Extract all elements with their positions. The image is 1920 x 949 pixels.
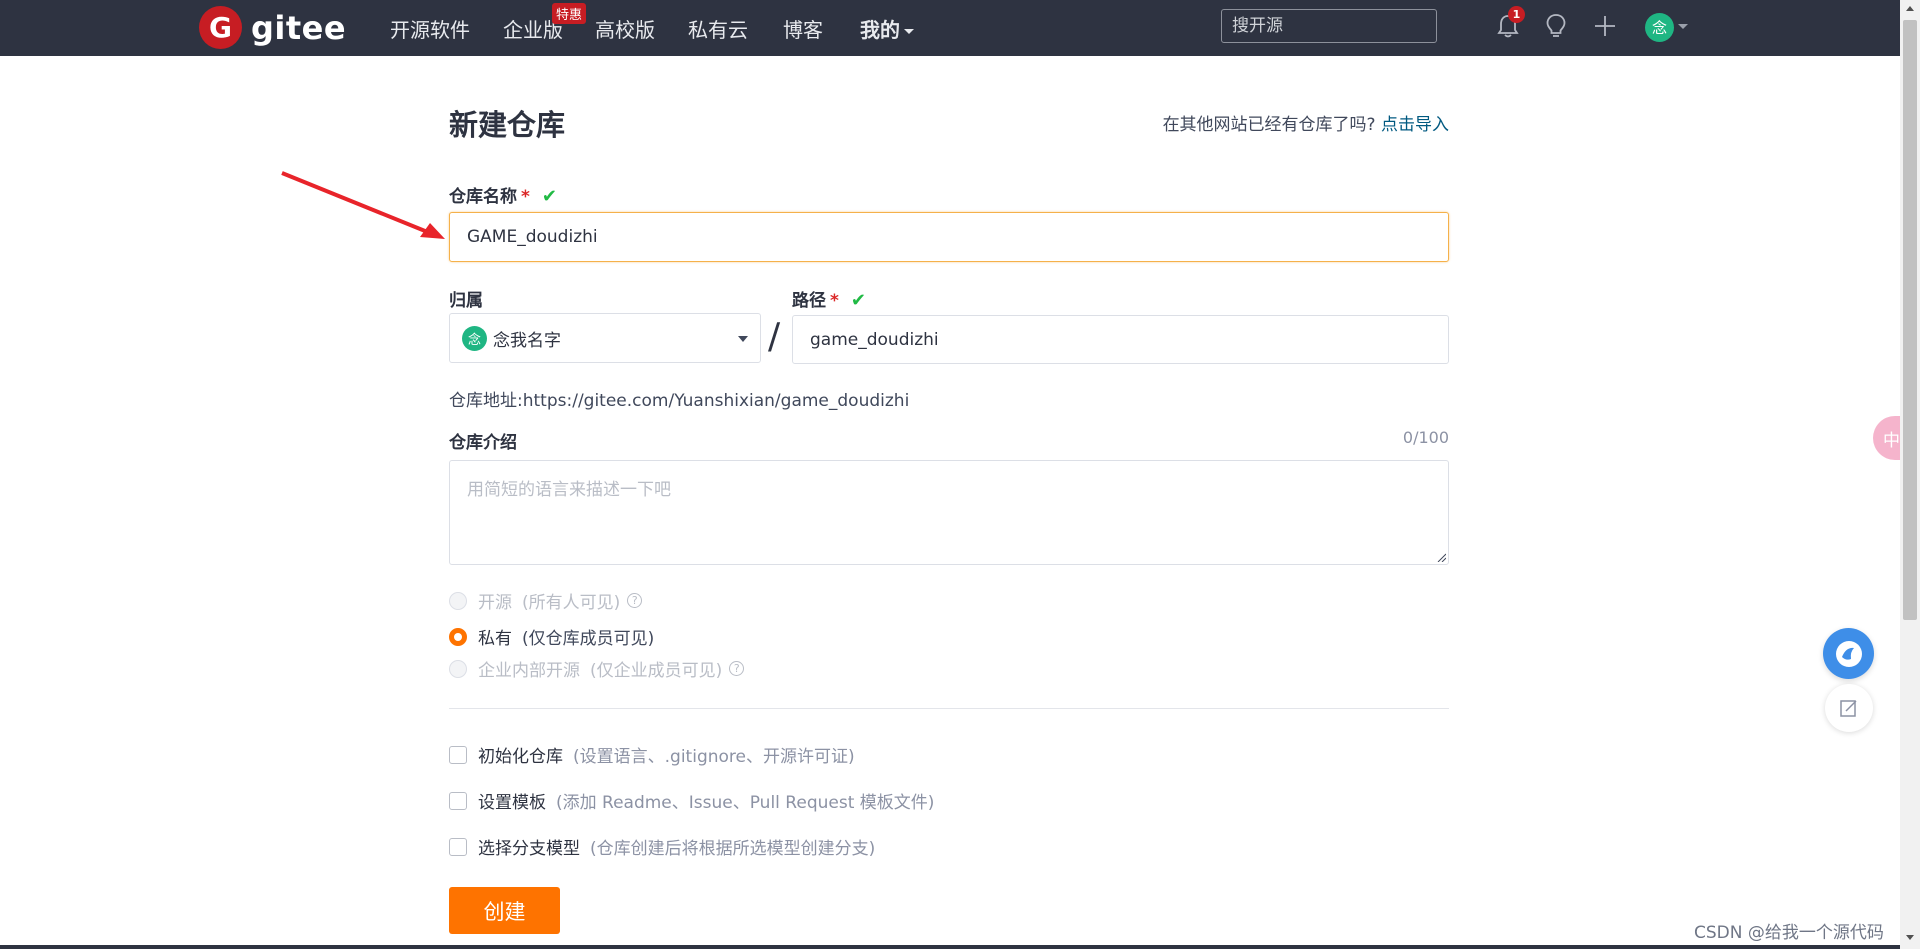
visibility-label: 私有 xyxy=(478,629,512,649)
notifications-button[interactable]: 1 xyxy=(1492,6,1525,42)
page-title: 新建仓库 xyxy=(449,108,566,142)
check-icon: ✔ xyxy=(850,290,866,311)
create-new-button[interactable] xyxy=(1589,10,1621,42)
help-icon[interactable]: ? xyxy=(729,661,745,676)
repo-name-value: GAME_doudizhi xyxy=(467,227,598,247)
template-checkbox[interactable]: 设置模板 (添加 Readme、Issue、Pull Request 模板文件) xyxy=(449,788,934,813)
visibility-label: 企业内部开源 xyxy=(478,661,580,681)
required-mark: * xyxy=(521,187,530,207)
checkbox[interactable] xyxy=(449,745,467,764)
visibility-private-radio[interactable]: 私有 (仅仓库成员可见) xyxy=(449,624,654,649)
arrow-annotation xyxy=(281,171,445,239)
option-label: 设置模板 xyxy=(478,793,546,813)
import-link[interactable]: 点击导入 xyxy=(1381,115,1449,135)
repo-name-label-text: 仓库名称 xyxy=(449,187,517,207)
search-input[interactable] xyxy=(1221,9,1437,43)
owner-value: 念我名字 xyxy=(493,330,561,351)
help-icon[interactable]: ? xyxy=(627,593,643,608)
plus-icon xyxy=(1595,16,1615,36)
repo-url: 仓库地址:https://gitee.com/Yuanshixian/game_… xyxy=(449,386,909,411)
nav-private-cloud[interactable]: 私有云 xyxy=(688,14,748,43)
section-divider xyxy=(449,708,1449,709)
visibility-hint: (仅仓库成员可见) xyxy=(522,629,655,649)
bottom-bar xyxy=(0,945,1900,949)
explore-button[interactable] xyxy=(1540,10,1572,42)
gitee-logo[interactable]: G gitee xyxy=(199,6,346,49)
promo-badge: 特惠 xyxy=(552,3,587,24)
chat-icon xyxy=(1835,640,1862,667)
path-input[interactable]: game_doudizhi xyxy=(792,315,1449,364)
scroll-up-icon[interactable] xyxy=(1906,6,1914,11)
option-label: 初始化仓库 xyxy=(478,747,563,767)
option-hint: (设置语言、.gitignore、开源许可证) xyxy=(573,747,855,767)
path-separator: / xyxy=(768,316,781,357)
check-icon: ✔ xyxy=(541,186,557,207)
radio-circle xyxy=(449,591,467,610)
resize-grip-icon[interactable] xyxy=(1436,552,1446,562)
import-hint: 在其他网站已经有仓库了吗? 点击导入 xyxy=(1163,110,1449,135)
radio-circle-checked xyxy=(449,627,467,646)
logo-text: gitee xyxy=(251,8,347,47)
nav-mine-label: 我的 xyxy=(860,18,900,42)
checkbox[interactable] xyxy=(449,791,467,810)
required-mark: * xyxy=(830,291,839,311)
branch-model-checkbox[interactable]: 选择分支模型 (仓库创建后将根据所选模型创建分支) xyxy=(449,834,875,859)
repo-url-value: https://gitee.com/Yuanshixian/game_doudi… xyxy=(522,391,910,411)
init-repo-checkbox[interactable]: 初始化仓库 (设置语言、.gitignore、开源许可证) xyxy=(449,742,855,767)
option-label: 选择分支模型 xyxy=(478,839,580,859)
repo-name-label: 仓库名称 * ✔ xyxy=(449,182,557,207)
option-hint: (仓库创建后将根据所选模型创建分支) xyxy=(590,839,876,859)
owner-label: 归属 xyxy=(449,291,483,311)
feedback-float-button[interactable] xyxy=(1825,684,1873,732)
lightbulb-icon xyxy=(1546,14,1566,37)
edit-icon xyxy=(1840,700,1857,717)
top-navbar: G gitee 开源软件 企业版 特惠 高校版 私有云 博客 我的 1 念 xyxy=(0,0,1900,56)
radio-circle xyxy=(449,659,467,678)
user-avatar[interactable]: 念 xyxy=(1645,13,1674,42)
avatar-chevron-down-icon[interactable] xyxy=(1678,24,1688,29)
import-hint-text: 在其他网站已经有仓库了吗? xyxy=(1162,115,1376,135)
option-hint: (添加 Readme、Issue、Pull Request 模板文件) xyxy=(556,793,935,813)
path-label: 路径 * ✔ xyxy=(792,286,866,311)
chevron-down-icon xyxy=(904,29,914,34)
nav-mine[interactable]: 我的 xyxy=(860,14,914,43)
repo-name-input[interactable]: GAME_doudizhi xyxy=(449,212,1449,262)
visibility-hint: (所有人可见) xyxy=(522,593,621,613)
chevron-down-icon xyxy=(738,336,748,342)
gitee-logo-icon: G xyxy=(199,6,242,49)
nav-education[interactable]: 高校版 xyxy=(595,14,655,43)
visibility-public-radio[interactable]: 开源 (所有人可见) ? xyxy=(449,588,643,613)
intro-textarea[interactable] xyxy=(449,460,1449,565)
notification-count-badge: 1 xyxy=(1508,6,1525,23)
owner-avatar: 念 xyxy=(462,325,487,351)
scroll-down-icon[interactable] xyxy=(1906,935,1914,940)
intro-label: 仓库介绍 xyxy=(449,433,517,453)
visibility-internal-radio[interactable]: 企业内部开源 (仅企业成员可见) ? xyxy=(449,656,745,681)
checkbox[interactable] xyxy=(449,837,467,856)
visibility-hint: (仅企业成员可见) xyxy=(590,661,723,681)
repo-url-label: 仓库地址: xyxy=(449,391,523,411)
path-value: game_doudizhi xyxy=(810,329,939,350)
nav-blog[interactable]: 博客 xyxy=(783,14,823,43)
create-button[interactable]: 创建 xyxy=(449,887,560,934)
scrollbar-thumb[interactable] xyxy=(1903,20,1917,620)
owner-select[interactable]: 念 念我名字 xyxy=(449,313,761,363)
nav-open-source[interactable]: 开源软件 xyxy=(390,14,470,43)
csdn-watermark: CSDN @给我一个源代码 xyxy=(1694,923,1884,943)
chat-float-button[interactable] xyxy=(1823,628,1874,679)
intro-counter: 0/100 xyxy=(1402,428,1449,447)
visibility-label: 开源 xyxy=(478,593,512,613)
path-label-text: 路径 xyxy=(792,291,826,311)
